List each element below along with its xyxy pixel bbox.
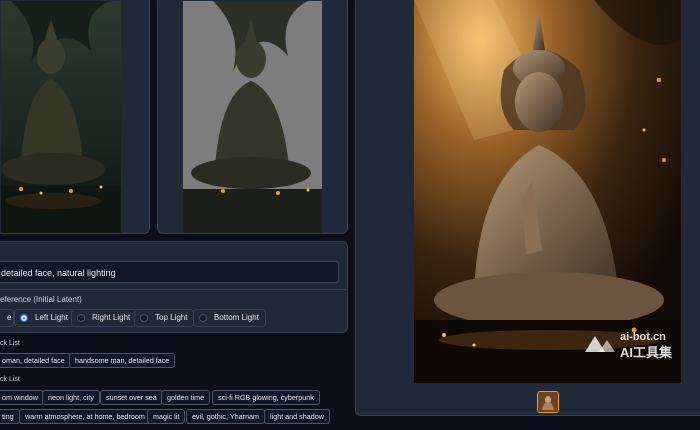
foreground-image: [183, 1, 322, 233]
lighting-chip-golden[interactable]: golden time: [161, 390, 211, 405]
lighting-chip-ting[interactable]: ting: [0, 409, 20, 424]
lighting-chip-scifi[interactable]: sci-fi RGB glowing, cyberpunk: [212, 390, 320, 405]
input-image-panel: [0, 0, 150, 234]
radio-top-light[interactable]: Top Light: [134, 309, 195, 327]
lighting-quick-list-label: ck List: [0, 376, 20, 383]
output-image[interactable]: [414, 0, 681, 383]
radio-label: e: [7, 313, 12, 322]
subject-chip-man[interactable]: handsome man, detailed face: [69, 353, 176, 368]
radio-dot-icon: [20, 314, 28, 322]
radio-none[interactable]: e: [0, 309, 14, 327]
lighting-chip-light-shadow[interactable]: light and shadow: [264, 409, 330, 424]
radio-dot-icon: [77, 314, 85, 322]
watermark-line2: AI工具集: [620, 345, 673, 360]
watermark-logo-icon: [583, 332, 617, 354]
radio-label: Bottom Light: [214, 313, 259, 322]
lighting-chip-warm[interactable]: warm atmosphere, at home, bedroom: [19, 409, 151, 424]
prompt-input[interactable]: detailed face, natural lighting: [0, 261, 339, 283]
radio-dot-icon: [199, 314, 207, 322]
divider: [0, 289, 346, 290]
radio-left-light[interactable]: Left Light: [14, 309, 75, 327]
radio-label: Left Light: [35, 313, 68, 322]
foreground-image-panel: [157, 0, 348, 234]
subject-quick-list-label: ck List: [0, 340, 20, 347]
lighting-chip-sunset[interactable]: sunset over sea: [100, 390, 163, 405]
lighting-chip-neon[interactable]: neon light, city: [42, 390, 100, 405]
subject-chip-woman[interactable]: oman, detailed face: [0, 353, 71, 368]
lighting-chip-window[interactable]: om window: [0, 390, 44, 405]
radio-bottom-light[interactable]: Bottom Light: [193, 309, 266, 327]
gallery-thumbnail[interactable]: [537, 391, 559, 413]
input-image: [1, 1, 121, 233]
lighting-chip-magic[interactable]: magic lit: [147, 409, 186, 424]
radio-dot-icon: [140, 314, 148, 322]
radio-label: Right Light: [92, 313, 131, 322]
radio-label: Top Light: [155, 313, 188, 322]
lighting-chip-evil[interactable]: evil, gothic, Yharnam: [186, 409, 265, 424]
radio-right-light[interactable]: Right Light: [71, 309, 138, 327]
lighting-preference-label: eference (Initial Latent): [0, 295, 82, 304]
